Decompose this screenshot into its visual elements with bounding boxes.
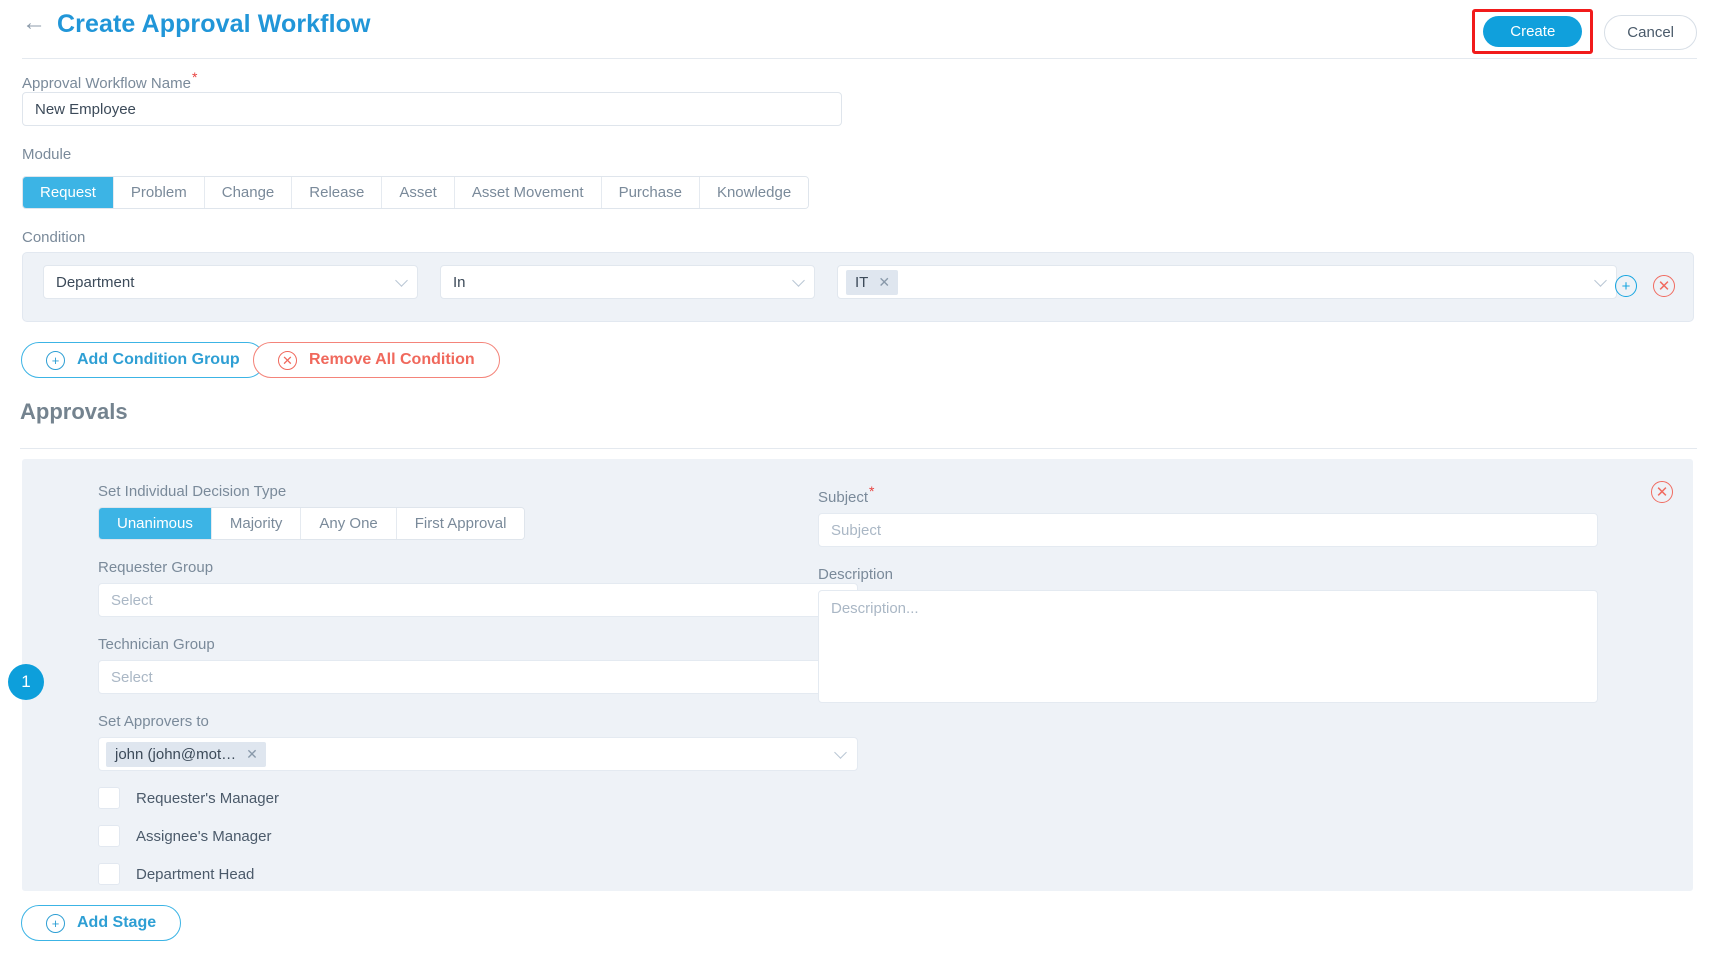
requester-group-placeholder: Select xyxy=(111,591,153,609)
assignees-manager-checkbox-row: Assignee's Manager xyxy=(98,825,858,847)
set-approvers-field: Set Approvers to john (john@mot… ✕ xyxy=(98,713,858,771)
header-left-group: ← Create Approval Workflow xyxy=(22,10,371,39)
requester-group-field: Requester Group Select xyxy=(98,559,858,617)
condition-operator-value: In xyxy=(453,273,466,291)
condition-row: Department In IT ✕ xyxy=(43,265,1617,299)
close-icon[interactable]: ✕ xyxy=(246,747,258,761)
module-tab-asset[interactable]: Asset xyxy=(382,177,455,208)
set-approvers-multiselect[interactable]: john (john@mot… ✕ xyxy=(98,737,858,771)
condition-value-multiselect[interactable]: IT ✕ xyxy=(837,265,1617,299)
description-label: Description xyxy=(818,566,894,583)
plus-circle-icon: + xyxy=(46,913,65,933)
remove-all-condition-button[interactable]: ✕ Remove All Condition xyxy=(253,342,500,378)
chevron-down-icon xyxy=(834,746,847,759)
condition-group-box: Department In IT ✕ + ✕ xyxy=(22,252,1694,322)
workflow-name-input[interactable] xyxy=(22,92,842,126)
department-head-label: Department Head xyxy=(136,865,255,883)
technician-group-field: Technician Group Select xyxy=(98,636,858,694)
stage-right-column: Subject* Description xyxy=(818,483,1598,708)
description-field: Description xyxy=(818,566,1598,708)
description-textarea[interactable] xyxy=(818,590,1598,703)
create-approval-workflow-page: ← Create Approval Workflow Create Cancel… xyxy=(0,0,1715,965)
module-tab-problem[interactable]: Problem xyxy=(113,177,205,208)
subject-input[interactable] xyxy=(818,513,1598,547)
condition-field-value: Department xyxy=(56,273,135,291)
cancel-button[interactable]: Cancel xyxy=(1604,14,1697,50)
add-stage-button[interactable]: + Add Stage xyxy=(21,905,182,941)
technician-group-select[interactable]: Select xyxy=(98,660,858,694)
add-condition-group-button[interactable]: + Add Condition Group xyxy=(21,342,265,378)
chevron-down-icon xyxy=(395,274,408,287)
set-approvers-label: Set Approvers to xyxy=(98,713,209,730)
assignees-manager-label: Assignee's Manager xyxy=(136,827,272,845)
stage-number-badge: 1 xyxy=(8,664,44,700)
remove-all-condition-label: Remove All Condition xyxy=(309,351,475,368)
page-title: Create Approval Workflow xyxy=(57,10,371,38)
create-button[interactable]: Create xyxy=(1483,16,1583,47)
assignees-manager-checkbox[interactable] xyxy=(98,825,120,847)
required-asterisk: * xyxy=(869,483,875,499)
subject-label-text: Subject xyxy=(818,489,869,506)
decision-tab-unanimous[interactable]: Unanimous xyxy=(99,508,212,539)
requesters-manager-checkbox[interactable] xyxy=(98,787,120,809)
header-divider xyxy=(22,58,1697,59)
subject-label: Subject* xyxy=(818,483,1598,506)
required-asterisk: * xyxy=(191,69,198,85)
delete-stage-icon[interactable]: ✕ xyxy=(1651,481,1673,503)
condition-value-chip: IT ✕ xyxy=(846,269,899,295)
header-actions: Create Cancel xyxy=(1472,9,1697,54)
technician-group-label: Technician Group xyxy=(98,636,215,653)
approver-chip-label: john (john@mot… xyxy=(115,745,237,763)
close-circle-icon: ✕ xyxy=(278,350,297,370)
condition-operator-select[interactable]: In xyxy=(440,265,815,299)
workflow-name-label-text: Approval Workflow Name xyxy=(22,75,191,92)
module-label: Module xyxy=(22,146,72,163)
chevron-down-icon xyxy=(1594,274,1607,287)
add-stage-label: Add Stage xyxy=(77,914,157,931)
condition-row-actions: + ✕ xyxy=(1615,275,1675,297)
module-tab-asset-movement[interactable]: Asset Movement xyxy=(454,177,602,208)
decision-tab-majority[interactable]: Majority xyxy=(211,508,302,539)
approvals-heading: Approvals xyxy=(20,399,128,424)
decision-type-tab-group: Unanimous Majority Any One First Approva… xyxy=(98,507,526,540)
decision-type-label: Set Individual Decision Type xyxy=(98,483,287,500)
module-tab-purchase[interactable]: Purchase xyxy=(601,177,700,208)
stage-left-column: Set Individual Decision Type Unanimous M… xyxy=(98,483,858,885)
approval-stage-panel: 1 ✕ Set Individual Decision Type Unanimo… xyxy=(8,459,1693,891)
requester-group-label: Requester Group xyxy=(98,559,214,576)
chevron-down-icon xyxy=(792,274,805,287)
page-header: ← Create Approval Workflow Create Cancel xyxy=(0,0,1715,58)
requesters-manager-checkbox-row: Requester's Manager xyxy=(98,787,858,809)
add-condition-group-label: Add Condition Group xyxy=(77,351,240,368)
condition-field-select[interactable]: Department xyxy=(43,265,418,299)
approvals-divider xyxy=(20,448,1697,449)
module-tab-change[interactable]: Change xyxy=(204,177,293,208)
module-tab-knowledge[interactable]: Knowledge xyxy=(699,177,809,208)
decision-tab-any-one[interactable]: Any One xyxy=(301,508,397,539)
close-icon[interactable]: ✕ xyxy=(878,275,890,289)
plus-circle-icon[interactable]: + xyxy=(1615,275,1637,297)
module-tab-group: Request Problem Change Release Asset Ass… xyxy=(22,176,810,209)
plus-circle-icon: + xyxy=(46,350,65,370)
workflow-name-label: Approval Workflow Name* xyxy=(22,69,197,92)
requesters-manager-label: Requester's Manager xyxy=(136,789,279,807)
module-tab-request[interactable]: Request xyxy=(23,177,114,208)
close-circle-icon[interactable]: ✕ xyxy=(1653,275,1675,297)
department-head-checkbox-row: Department Head xyxy=(98,863,858,885)
requester-group-select[interactable]: Select xyxy=(98,583,858,617)
department-head-checkbox[interactable] xyxy=(98,863,120,885)
arrow-left-icon[interactable]: ← xyxy=(22,11,46,38)
create-button-highlight: Create xyxy=(1472,9,1594,54)
condition-value-chip-label: IT xyxy=(855,273,869,291)
condition-label: Condition xyxy=(22,229,86,246)
decision-tab-first-approval[interactable]: First Approval xyxy=(396,508,525,539)
technician-group-placeholder: Select xyxy=(111,668,153,686)
approver-chip: john (john@mot… ✕ xyxy=(106,741,266,767)
module-tab-release[interactable]: Release xyxy=(292,177,383,208)
